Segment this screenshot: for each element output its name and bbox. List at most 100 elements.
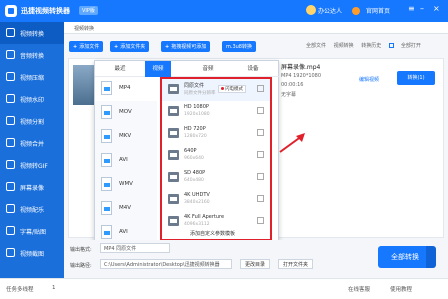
format-item-mkv[interactable]: MKV [95,125,157,149]
checkbox-icon [388,43,394,48]
edit-icon[interactable] [257,85,264,92]
minimize-icon[interactable]: – [420,4,424,13]
drag-add-button[interactable]: + 拖拽视频可添加 [161,41,211,52]
output-format-select[interactable]: MP4 同原文件 [100,243,170,253]
menu-icon[interactable]: ≡ [408,4,415,13]
tab-video[interactable]: 视频 [145,61,171,77]
film-icon [168,128,179,138]
sidebar-item-music[interactable]: 视频配乐 [0,198,64,220]
quality-size: 3840x2160 [184,200,210,205]
sidebar-item-compress[interactable]: 视频压缩 [0,66,64,88]
format-label: MP4 [119,85,131,91]
lightning-mode-badge: 闪电模式 [218,85,246,93]
sidebar-item-label: 视频压缩 [20,75,45,82]
format-item-mov[interactable]: MOV [95,101,157,125]
multithread-select[interactable]: 1 [52,285,56,291]
output-path-field[interactable]: C:\Users\Administrator\Desktop\迅捷视频转换器 [100,259,232,269]
file-icon [101,177,112,191]
quality-size: 同原文件分辨率 [184,91,216,96]
format-label: MKV [119,133,132,139]
m3u8-label: m.3u8转换 [226,44,252,50]
add-custom-template-link[interactable]: 添加自定义参数模板 [190,230,235,237]
sidebar-item-label: 字幕/贴图 [20,229,47,236]
subtitle-icon [6,226,15,235]
edit-icon[interactable] [257,107,264,114]
lightning-mode-label: 闪电模式 [225,87,243,92]
tab-audio[interactable]: 音频 [195,61,221,77]
sidebar-item-record[interactable]: 屏幕录像 [0,176,64,198]
sidebar-item-label: 视频转换 [20,31,45,38]
open-folder-button[interactable]: 打开文件夹 [278,259,314,269]
format-item-m4v[interactable]: M4V [95,197,157,221]
open-all-toggle[interactable]: 全部打开 [388,43,421,49]
drag-add-label: 拖拽视频可添加 [171,44,207,50]
close-icon[interactable]: × [433,4,440,13]
sidebar-item-audio-convert[interactable]: 音频转换 [0,44,64,66]
gif-icon [6,160,15,169]
quality-size: 960x640 [184,156,204,161]
tab-converting[interactable]: 视频转换 [334,43,354,49]
screenshot-icon [6,248,15,257]
edit-icon[interactable] [257,217,264,224]
sidebar-item-label: 视频配乐 [20,207,45,214]
vip-icon[interactable] [352,7,360,15]
file-icon [101,81,112,95]
edit-icon[interactable] [257,151,264,158]
quality-item-640p[interactable]: 640P 960x640 [162,145,270,167]
change-directory-button[interactable]: 更改目录 [240,259,271,269]
user-name[interactable]: 办公达人 [318,6,342,15]
app-title: 迅捷视频转换器 [21,7,70,15]
edit-icon[interactable] [257,173,264,180]
tab-all-files[interactable]: 全部文件 [306,43,326,49]
toolbar: + 添加文件 + 添加文件夹 + 拖拽视频可添加 m.3u8转换 全部文件 视频转换 … [64,34,448,58]
tutorial-link[interactable]: 使用教程 [390,285,412,293]
avatar[interactable] [306,5,316,15]
sidebar-item-split[interactable]: 视频分割 [0,110,64,132]
file-duration: 00:00:16 [281,82,304,88]
convert-all-dropdown[interactable] [426,246,436,268]
add-file-button[interactable]: + 添加文件 [69,41,104,52]
file-name: 屏幕录像.mp4 [281,64,321,71]
subtitle-select[interactable]: 无字幕 [281,91,296,98]
add-file-label: 添加文件 [79,44,100,50]
sidebar-item-merge[interactable]: 视频合并 [0,132,64,154]
quality-size: 1920x1080 [184,112,210,117]
convert-all-button[interactable]: 全部转换 [378,246,432,268]
convert-button[interactable]: 转换(1) [397,71,435,85]
format-item-avi[interactable]: AVI [95,149,157,173]
sidebar-item-video-convert[interactable]: 视频转换 [0,22,64,44]
app-window: 迅捷视频转换器 VIP版 办公达人 官网首页 ≡ – × 视频转换 音频转换 视… [0,0,448,299]
output-path-label: 输出路径: [70,263,92,269]
edit-video-link[interactable]: 编辑视频 [359,76,379,83]
online-service-link[interactable]: 在线客服 [348,285,370,293]
tab-recent[interactable]: 最近 [95,61,145,77]
sidebar-item-gif[interactable]: 视频转GIF [0,154,64,176]
open-all-label: 全部打开 [400,43,421,49]
edit-icon[interactable] [257,129,264,136]
tab-history[interactable]: 转换历史 [361,43,381,49]
quality-item-4k-uhdtv[interactable]: 4K UHDTV 3840x2160 [162,189,270,211]
home-link[interactable]: 官网首页 [366,6,390,15]
sidebar-item-label: 视频水印 [20,97,45,104]
format-label: AVI [119,229,128,235]
compress-icon [6,72,15,81]
record-icon [6,182,15,191]
quality-item-480p[interactable]: SD 480P 640x480 [162,167,270,189]
sidebar-item-subtitle[interactable]: 字幕/贴图 [0,220,64,242]
m3u8-button[interactable]: m.3u8转换 [222,41,256,52]
quality-item-original[interactable]: 同原文件 同原文件分辨率 闪电模式 [162,79,270,101]
format-item-wmv[interactable]: WMV [95,173,157,197]
edit-icon[interactable] [257,195,264,202]
quality-name: SD 480P [184,170,206,176]
quality-item-1080p[interactable]: HD 1080P 1920x1080 [162,101,270,123]
quality-item-720p[interactable]: HD 720P 1280x720 [162,123,270,145]
add-folder-button[interactable]: + 添加文件夹 [110,41,150,52]
dot-icon [221,87,224,90]
file-format: MP4 1920*1080 [281,73,322,79]
tab-device[interactable]: 设备 [240,61,266,77]
audio-icon [6,50,15,59]
sidebar-item-watermark[interactable]: 视频水印 [0,88,64,110]
video-icon [6,28,15,37]
format-item-mp4[interactable]: MP4 [95,77,157,101]
sidebar-item-screenshot[interactable]: 视频截图 [0,242,64,264]
